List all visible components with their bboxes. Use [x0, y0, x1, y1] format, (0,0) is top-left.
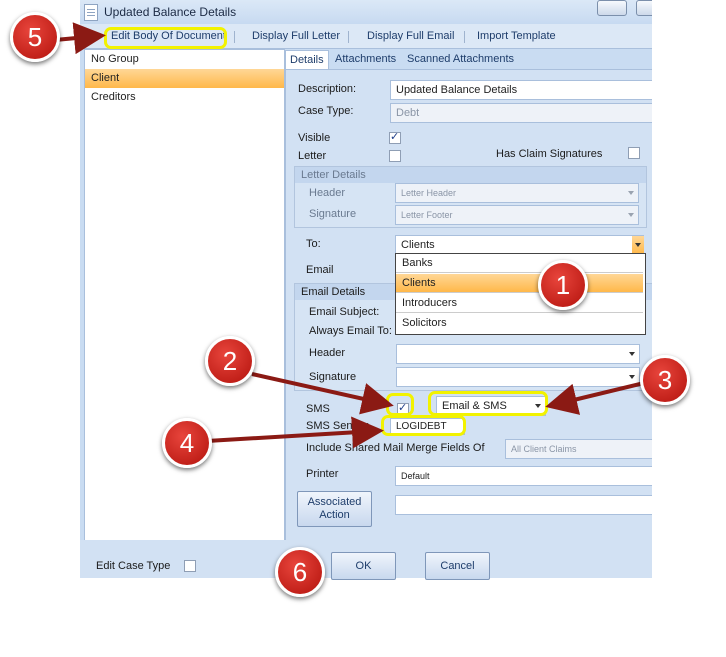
callout-badge-3: 3 — [640, 355, 690, 405]
callout-badge-6: 6 — [275, 547, 325, 597]
callout-badge-4: 4 — [162, 418, 212, 468]
callout-badge-2: 2 — [205, 336, 255, 386]
callout-arrows — [54, 22, 649, 449]
arrow-3 — [545, 380, 649, 415]
arrow-5 — [54, 22, 106, 55]
callout-badge-5: 5 — [10, 12, 60, 62]
callout-badge-1: 1 — [538, 260, 588, 310]
arrow-2 — [251, 372, 394, 415]
arrow-4 — [206, 416, 384, 449]
